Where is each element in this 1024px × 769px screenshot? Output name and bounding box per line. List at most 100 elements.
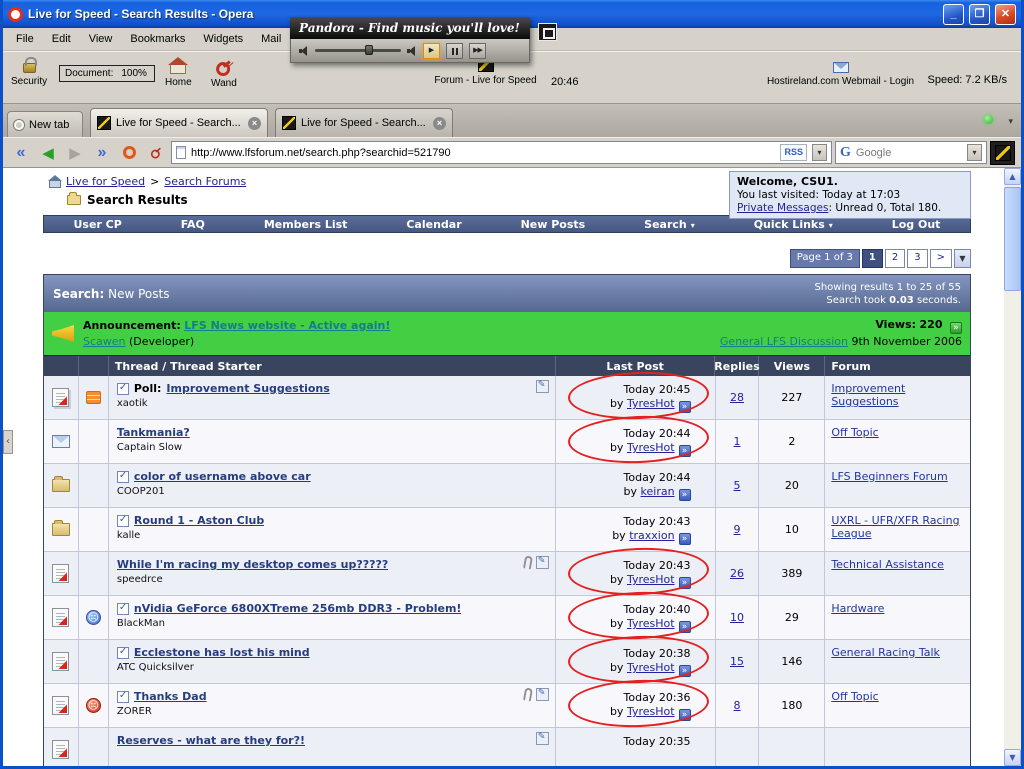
last-poster-link[interactable]: TyresHot	[627, 705, 675, 718]
volume-slider[interactable]	[315, 45, 401, 55]
minimize-button[interactable]: _	[943, 3, 964, 25]
thread-preview-icon[interactable]	[535, 688, 549, 701]
nav-item-faq[interactable]: FAQ	[181, 218, 205, 231]
thread-title-link[interactable]: While I'm racing my desktop comes up????…	[117, 558, 388, 571]
replies-link[interactable]: 5	[734, 479, 741, 492]
thread-title-link[interactable]: Thanks Dad	[134, 690, 207, 703]
thread-title-link[interactable]: Reserves - what are they for?!	[117, 734, 305, 747]
menu-bookmarks[interactable]: Bookmarks	[121, 30, 194, 48]
thread-preview-icon[interactable]	[535, 556, 549, 569]
last-poster-link[interactable]: TyresHot	[627, 397, 675, 410]
close-button[interactable]: ✕	[995, 3, 1016, 25]
goto-last-post-icon[interactable]	[678, 445, 691, 457]
search-engine-dropdown-icon[interactable]	[967, 144, 982, 161]
rss-badge[interactable]: RSS	[780, 144, 807, 161]
last-poster-link[interactable]: TyresHot	[627, 617, 675, 630]
pause-button[interactable]	[446, 42, 463, 59]
thread-title-link[interactable]: Ecclestone has lost his mind	[134, 646, 310, 659]
address-field[interactable]: RSS	[171, 141, 832, 164]
goto-last-post-icon[interactable]	[678, 665, 691, 677]
page-2-link[interactable]: 2	[884, 249, 906, 268]
header-last-post[interactable]: Last Post	[556, 356, 716, 376]
rewind-button[interactable]: «	[9, 141, 33, 164]
forum-link[interactable]: UXRL - UFR/XFR Racing League	[831, 514, 959, 540]
tab-close-icon[interactable]	[248, 116, 261, 130]
goto-last-post-icon[interactable]	[678, 621, 691, 633]
thread-preview-icon[interactable]	[535, 732, 549, 745]
rss-dropdown-icon[interactable]	[812, 144, 827, 161]
goto-first-unread-icon[interactable]	[116, 602, 129, 615]
document-zoom-combo[interactable]: Document: 100%	[59, 65, 155, 82]
next-track-button[interactable]	[469, 42, 486, 59]
thread-title-link[interactable]: color of username above car	[134, 470, 311, 483]
announcement-author-link[interactable]: Scawen	[83, 335, 126, 348]
announcement-title-link[interactable]: LFS News website - Active again!	[184, 319, 390, 332]
replies-link[interactable]: 28	[730, 391, 744, 404]
last-poster-link[interactable]: traxxion	[629, 529, 674, 542]
last-poster-link[interactable]: TyresHot	[627, 573, 675, 586]
tab-search-results-2[interactable]: Live for Speed - Search...	[275, 108, 453, 137]
page-next-link[interactable]: >	[929, 249, 952, 268]
scroll-down-icon[interactable]	[1004, 749, 1021, 766]
nav-item-quick-links[interactable]: Quick Links	[754, 218, 833, 231]
header-views[interactable]: Views	[759, 356, 826, 376]
vertical-scrollbar[interactable]	[1004, 168, 1021, 766]
replies-link[interactable]: 15	[730, 655, 744, 668]
wand-button[interactable]: Wand	[211, 54, 237, 89]
goto-last-post-icon[interactable]	[678, 489, 691, 501]
breadcrumb-home-link[interactable]: Live for Speed	[66, 175, 145, 188]
scrollbar-thumb[interactable]	[1004, 187, 1021, 291]
forum-link[interactable]: Improvement Suggestions	[831, 382, 905, 408]
forum-link[interactable]: Technical Assistance	[831, 558, 944, 571]
replies-link[interactable]: 9	[734, 523, 741, 536]
header-forum[interactable]: Forum	[825, 356, 970, 376]
nav-item-members-list[interactable]: Members List	[264, 218, 348, 231]
thread-title-link[interactable]: Round 1 - Aston Club	[134, 514, 264, 527]
menu-widgets[interactable]: Widgets	[194, 30, 252, 48]
nav-item-calendar[interactable]: Calendar	[406, 218, 461, 231]
pandora-widget[interactable]: Pandora - Find music you'll love!	[290, 17, 557, 63]
tab-search-results-1[interactable]: Live for Speed - Search...	[90, 108, 268, 137]
goto-first-unread-icon[interactable]	[116, 382, 129, 395]
tab-list-chevron-icon[interactable]	[1008, 116, 1013, 127]
goto-last-post-icon[interactable]	[678, 577, 691, 589]
announcement-forum-link[interactable]: General LFS Discussion	[720, 335, 848, 348]
breadcrumb-section-link[interactable]: Search Forums	[164, 175, 246, 188]
goto-first-unread-icon[interactable]	[116, 690, 129, 703]
last-poster-link[interactable]: TyresHot	[627, 661, 675, 674]
new-tab-button[interactable]: New tab	[7, 111, 83, 137]
thread-title-link[interactable]: Improvement Suggestions	[166, 382, 329, 395]
menu-mail[interactable]: Mail	[252, 30, 290, 48]
forward-button[interactable]: ▶	[63, 141, 87, 164]
widget-restore-icon[interactable]	[538, 23, 557, 41]
last-poster-link[interactable]: keiran	[641, 485, 675, 498]
maximize-button[interactable]: ❐	[969, 3, 990, 25]
page-1-current[interactable]: 1	[861, 249, 883, 268]
tab-close-icon[interactable]	[433, 116, 446, 130]
forum-link[interactable]: Off Topic	[831, 690, 878, 703]
replies-link[interactable]: 26	[730, 567, 744, 580]
home-button[interactable]: Home	[165, 54, 192, 88]
private-messages-link[interactable]: Private Messages	[737, 202, 828, 214]
web-search-field[interactable]: G Google	[835, 141, 987, 164]
scroll-up-icon[interactable]	[1004, 168, 1021, 185]
reload-button[interactable]	[117, 141, 141, 164]
menu-file[interactable]: File	[7, 30, 43, 48]
nav-item-search[interactable]: Search	[644, 218, 695, 231]
goto-first-unread-icon[interactable]	[116, 514, 129, 527]
webmail-button[interactable]: Hostireland.com Webmail - Login	[748, 54, 933, 87]
panel-toggle-chevron[interactable]	[3, 430, 13, 454]
play-button[interactable]	[423, 42, 440, 59]
forum-link[interactable]: Off Topic	[831, 426, 878, 439]
nav-item-log-out[interactable]: Log Out	[892, 218, 941, 231]
goto-last-post-icon[interactable]	[678, 709, 691, 721]
last-poster-link[interactable]: TyresHot	[627, 441, 675, 454]
goto-first-unread-icon[interactable]	[116, 646, 129, 659]
wand-quick-button[interactable]	[144, 141, 168, 164]
page-3-link[interactable]: 3	[907, 249, 928, 268]
thread-title-link[interactable]: Tankmania?	[117, 426, 190, 439]
header-thread[interactable]: Thread / Thread Starter	[109, 356, 556, 376]
fast-forward-button[interactable]: »	[90, 141, 114, 164]
volume-icon[interactable]	[299, 45, 309, 56]
thread-title-link[interactable]: nVidia GeForce 6800XTreme 256mb DDR3 - P…	[134, 602, 462, 615]
